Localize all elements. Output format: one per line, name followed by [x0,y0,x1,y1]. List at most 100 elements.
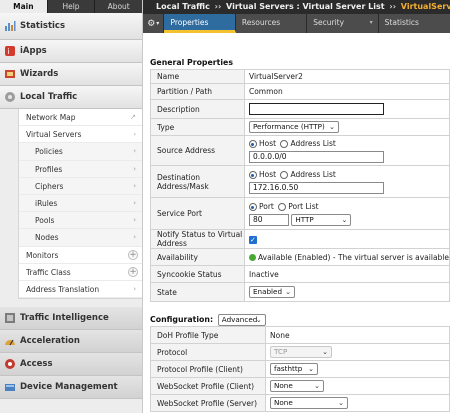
breadcrumb-virtual-server-list[interactable]: Virtual Servers : Virtual Server List [226,2,385,11]
availability-value: Available (Enabled) - The virtual server… [257,252,449,262]
row-type: Type Performance (HTTP) ⌄ [150,118,450,136]
traffic-intelligence-icon [3,312,16,325]
field-label: Description [150,99,245,119]
row-websocket-server: WebSocket Profile (Server) None ⌄ [150,394,450,412]
chevron-down-icon: ⌄ [308,365,314,373]
breadcrumb-current: VirtualServer2 [400,2,450,11]
chevron-right-icon: › [133,164,136,173]
sidebar-item-policies[interactable]: Policies › [19,143,142,161]
nav-iapps[interactable]: i iApps [0,40,142,63]
row-state: State Enabled ⌄ [150,282,450,302]
nav-acceleration[interactable]: Acceleration [0,330,142,354]
add-icon[interactable]: + [128,266,138,277]
nav-local-traffic[interactable]: Local Traffic [0,86,142,109]
type-select[interactable]: Performance (HTTP) ⌄ [248,121,339,133]
radio-label: Host [258,170,277,179]
protocol-select: TCP ⌄ [270,346,332,358]
sidebar-item-monitors[interactable]: Monitors + [19,247,142,264]
sidebar-item-network-map[interactable]: Network Map ↗ [19,109,142,127]
notify-status-checkbox[interactable]: ✓ [248,235,257,244]
chevron-down-icon: ⌄ [285,288,291,296]
type-cell: Performance (HTTP) ⌄ [243,118,450,136]
destination-address-list-radio[interactable] [280,171,289,179]
add-icon[interactable]: + [128,249,138,260]
breadcrumb-local-traffic[interactable]: Local Traffic [156,2,210,11]
port-list-radio[interactable] [278,203,287,211]
configuration-heading: Configuration: Advanced ⌄ [150,314,266,326]
field-label: WebSocket Profile (Server) [150,394,266,412]
configuration-label: Configuration: [150,315,214,324]
configuration-mode-value: Advanced [221,315,258,324]
nav-wizards[interactable]: Wizards [0,63,142,86]
sidebar-item-ciphers[interactable]: Ciphers › [19,177,142,195]
breadcrumb: Local Traffic ›› Virtual Servers : Virtu… [143,0,450,14]
websocket-server-select[interactable]: None ⌄ [270,397,348,409]
chevron-down-icon: ▾ [369,19,373,26]
breadcrumb-separator: ›› [389,2,396,11]
tab-resources[interactable]: Resources [235,14,308,33]
websocket-client-select[interactable]: None ⌄ [270,380,324,392]
sidebar-item-traffic-class[interactable]: Traffic Class + [19,264,142,281]
state-select[interactable]: Enabled ⌄ [248,286,295,298]
general-properties-heading: General Properties [150,58,233,67]
notify-cell: ✓ [243,229,450,249]
sidebar-item-address-translation[interactable]: Address Translation › [19,281,142,299]
sidebar: Main Help About Statistics i iApps Wizar… [0,0,143,413]
sidebar-item-profiles[interactable]: Profiles › [19,160,142,178]
chevron-right-icon: › [133,284,136,293]
access-icon [3,358,16,371]
destination-host-radio[interactable] [248,171,257,179]
description-input[interactable] [248,103,384,115]
radio-label: Address List [290,139,336,148]
row-notify-status: Notify Status to Virtual Address ✓ [150,229,450,249]
field-label: Availability [150,248,245,266]
field-label: Partition / Path [150,83,245,100]
source-mode: Host Address List [248,138,449,150]
sidebar-item-nodes[interactable]: Nodes › [19,229,142,247]
nav-traffic-intelligence-label: Traffic Intelligence [20,313,109,324]
sidebar-item-irules[interactable]: iRules › [19,194,142,213]
field-label: Notify Status to Virtual Address [150,229,245,249]
tab-main[interactable]: Main [0,0,48,13]
configuration-mode-select[interactable]: Advanced ⌄ [217,314,266,326]
source-host-radio[interactable] [248,140,257,148]
row-description: Description [150,99,450,119]
radio-label: Host [258,139,277,148]
svg-text:i: i [7,47,9,56]
source-address-input[interactable]: 0.0.0.0/0 [248,151,384,163]
service-port-protocol-select[interactable]: HTTP ⌄ [291,214,352,226]
tab-security[interactable]: Security ▾ [307,14,379,33]
sidebar-item-label: Virtual Servers [26,130,82,140]
port-radio[interactable] [248,203,257,211]
field-label: Name [150,69,245,84]
nav-access[interactable]: Access [0,353,142,377]
tab-help[interactable]: Help [48,0,96,13]
service-port-cell: Port Port List 80 HTTP ⌄ [243,197,450,230]
row-source-address: Source Address Host Address List 0.0.0.0… [150,135,450,166]
sidebar-item-virtual-servers[interactable]: Virtual Servers › [19,126,142,144]
radio-label: Port List [288,202,319,211]
source-address-list-radio[interactable] [280,140,289,148]
chevron-down-icon: ⌄ [341,216,348,224]
destination-cell: Host Address List 172.16.0.50 [243,165,450,198]
nav-traffic-intelligence[interactable]: Traffic Intelligence [0,307,142,331]
statistics-icon [3,20,16,33]
sidebar-item-pools[interactable]: Pools › [19,212,142,230]
service-port-input[interactable]: 80 [248,214,289,226]
gear-icon[interactable]: ⚙ ▾ [143,14,165,33]
chevron-down-icon: ⌄ [255,316,262,324]
protocol-profile-client-select[interactable]: fasthttp ⌄ [270,363,318,375]
tab-about[interactable]: About [95,0,142,13]
availability-cell: Available (Enabled) - The virtual server… [243,248,450,266]
sidebar-item-label: Nodes [35,233,59,243]
nav-device-management[interactable]: Device Management [0,376,142,400]
name-value: VirtualServer2 [243,69,450,84]
protocol-select-value: HTTP [295,215,314,224]
destination-address-input[interactable]: 172.16.0.50 [248,182,384,194]
tab-statistics[interactable]: Statistics [378,14,450,33]
tab-properties[interactable]: Properties [164,14,236,33]
tab-label: Properties [170,18,209,27]
nav-statistics[interactable]: Statistics [0,13,142,40]
row-doh-profile: DoH Profile Type None [150,326,450,344]
